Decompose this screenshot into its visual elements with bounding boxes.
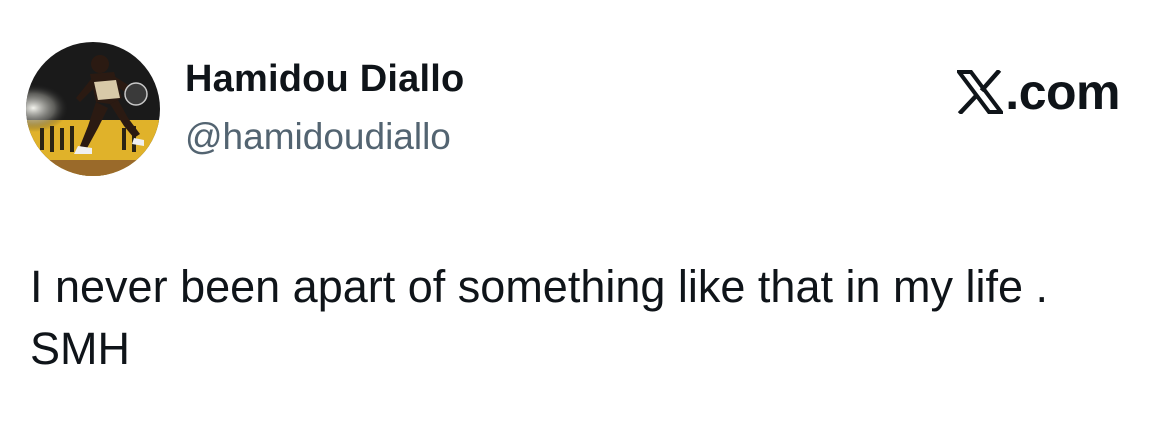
x-logo-icon: [957, 70, 1004, 114]
brand-logo: .com: [957, 64, 1120, 120]
author-display-name[interactable]: Hamidou Diallo: [185, 58, 464, 101]
author-handle[interactable]: @hamidoudiallo: [185, 116, 451, 158]
tweet-card: Hamidou Diallo @hamidoudiallo .com I nev…: [0, 0, 1170, 444]
brand-text: .com: [1005, 64, 1120, 120]
tweet-text: I never been apart of something like tha…: [30, 261, 1049, 374]
player-avatar-icon[interactable]: [26, 42, 160, 176]
